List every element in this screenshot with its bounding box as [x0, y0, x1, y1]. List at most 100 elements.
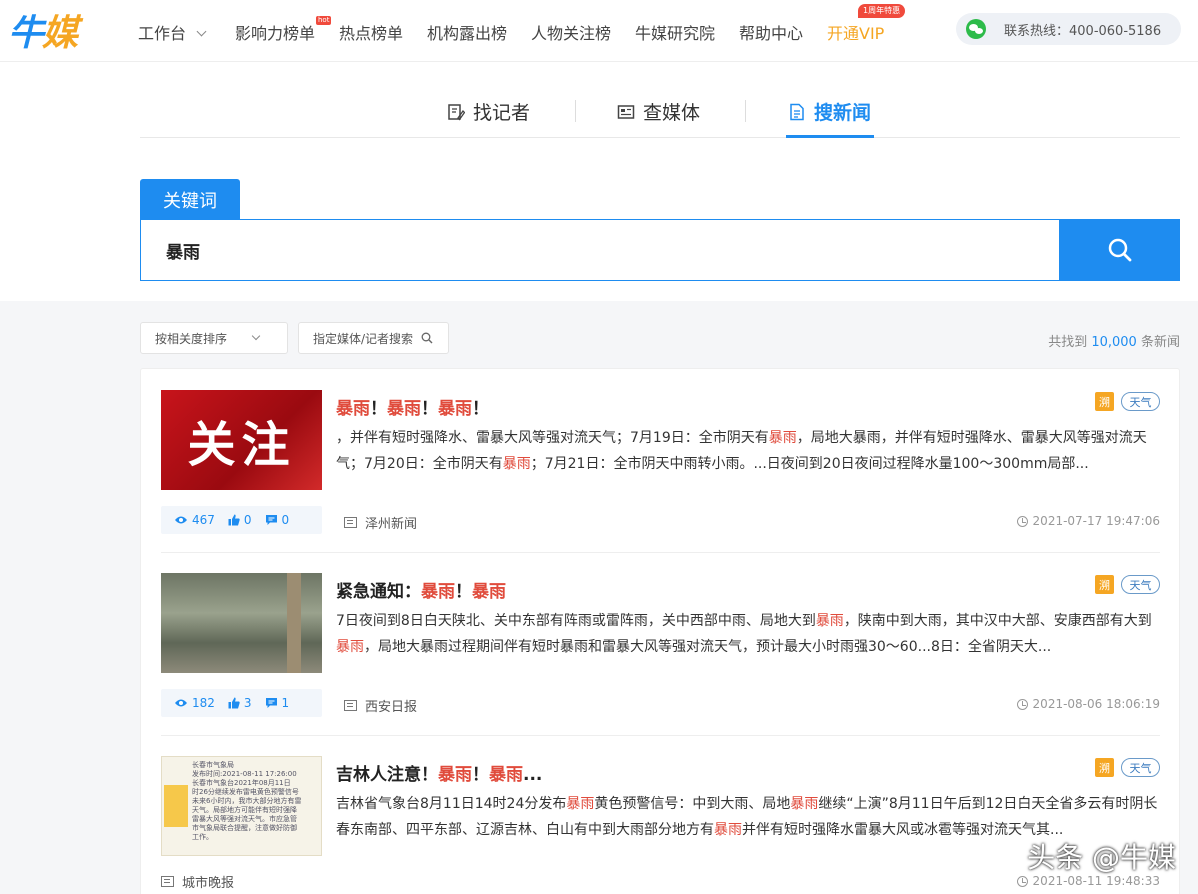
clock-icon	[1016, 515, 1028, 527]
top-navbar: 牛媒 工作台 影响力榜单 hot 热点榜单 机构露出榜 人物关注榜 牛媒研究院 …	[0, 0, 1198, 62]
category-tag[interactable]: 天气	[1121, 575, 1160, 594]
news-source[interactable]: 泽州新闻	[344, 513, 417, 532]
source-trace-badge[interactable]: 溯	[1095, 758, 1114, 777]
tab-label: 查媒体	[643, 102, 701, 124]
item-divider	[161, 735, 1160, 736]
news-snippet: 7日夜间到8日白天陕北、关中东部有阵雨或雷阵雨，关中西部中雨、局地大到暴雨，陕南…	[336, 608, 1161, 660]
search-input[interactable]	[140, 219, 1060, 281]
sort-label: 按相关度排序	[155, 331, 228, 346]
news-title[interactable]: 紧急通知：暴雨！暴雨	[336, 577, 506, 602]
clock-icon	[1016, 875, 1028, 887]
text-segment: ，局地大暴雨过程期间伴有短时暴雨和雷暴大风等强对流天气，预计最大小时雨强30～6…	[364, 639, 1052, 655]
views-count: 182	[192, 696, 215, 710]
media-search-label: 指定媒体/记者搜索	[313, 331, 414, 346]
highlighted-keyword: 暴雨	[438, 765, 472, 785]
brand-logo[interactable]: 牛媒	[8, 6, 78, 54]
highlighted-keyword: 暴雨	[387, 399, 421, 419]
keyword-mode-tab[interactable]: 关键词	[140, 179, 240, 220]
nav-item-vip[interactable]: 开通VIP	[827, 20, 884, 44]
search-button[interactable]	[1059, 219, 1180, 281]
thumbnail-text-line: 时26分继续发布雷电黄色预警信号	[192, 788, 299, 796]
count-suffix: 条新闻	[1140, 335, 1180, 350]
count-value: 10,000	[1091, 335, 1137, 350]
search-icon	[1108, 238, 1131, 262]
category-tag[interactable]: 天气	[1121, 758, 1160, 777]
media-icon	[617, 104, 635, 119]
news-title[interactable]: 暴雨！暴雨！暴雨！	[336, 394, 489, 419]
thumbnail-text-line: 发布时间:2021-08-11 17:26:00	[192, 770, 297, 778]
highlighted-keyword: 暴雨	[790, 796, 819, 812]
highlighted-keyword: 暴雨	[502, 456, 531, 472]
nav-item-research[interactable]: 牛媒研究院	[635, 20, 715, 44]
tab-separator	[575, 100, 576, 122]
comments-count: 0	[281, 513, 290, 527]
highlighted-keyword: 暴雨	[815, 613, 844, 629]
tab-find-media[interactable]: 查媒体	[617, 98, 700, 125]
thumbnail-text-lines: 长春市气象局 发布时间:2021-08-11 17:26:00 长春市气象台2021…	[192, 761, 317, 842]
hotline-pill[interactable]: 联系热线：400-060-5186	[956, 13, 1181, 45]
source-trace-badge[interactable]: 溯	[1095, 392, 1114, 411]
chevron-down-icon	[196, 26, 207, 37]
text-segment: 黄色预警信号：中到大雨、局地	[594, 796, 791, 812]
likes-count: 3	[243, 696, 252, 710]
news-item[interactable]: 关注 暴雨！暴雨！暴雨！ ，并伴有短时强降水、雷暴大风等强对流天气；7月19日：…	[161, 390, 1160, 560]
nav-item-person-rank[interactable]: 人物关注榜	[531, 20, 611, 44]
likes-count: 0	[243, 513, 252, 527]
nav-item-hot-rank[interactable]: 热点榜单	[339, 20, 403, 44]
logo-char-b: 媒	[42, 13, 78, 54]
highlighted-keyword: 暴雨	[421, 582, 455, 602]
eye-icon	[175, 699, 187, 707]
news-thumbnail[interactable]: 长春市气象局 发布时间:2021-08-11 17:26:00 长春市气象台2021…	[161, 756, 322, 856]
views-count: 467	[192, 513, 215, 527]
sort-dropdown[interactable]: 按相关度排序	[140, 322, 288, 354]
source-trace-badge[interactable]: 溯	[1095, 575, 1114, 594]
thumbnail-text: 关注	[187, 417, 296, 473]
tab-find-journalist[interactable]: 找记者	[447, 98, 530, 125]
highlighted-keyword: 暴雨	[566, 796, 595, 812]
hot-badge: hot	[316, 16, 332, 25]
comment-icon	[265, 515, 277, 525]
highlighted-keyword: 暴雨	[336, 399, 370, 419]
item-divider	[161, 552, 1160, 553]
highlighted-keyword: 暴雨	[472, 582, 506, 602]
engagement-stats: 182 3 1	[161, 689, 322, 717]
tab-search-news[interactable]: 搜新闻	[788, 98, 871, 125]
text-segment: ！	[472, 765, 489, 785]
news-title[interactable]: 吉林人注意！暴雨！暴雨...	[336, 760, 542, 785]
views-stat: 182	[174, 696, 215, 710]
highlighted-keyword: 暴雨	[768, 430, 797, 446]
news-thumbnail[interactable]	[161, 573, 322, 673]
time-text: 2021-07-17 19:47:06	[1032, 514, 1160, 528]
thumbnail-text-line: 工作。	[192, 833, 213, 841]
eye-icon	[175, 516, 187, 524]
highlighted-keyword: 暴雨	[438, 399, 472, 419]
thumbs-up-icon	[228, 514, 240, 526]
publish-time: 2021-07-17 19:47:06	[1016, 514, 1160, 528]
search-icon	[421, 332, 433, 344]
text-segment: ！	[472, 399, 489, 419]
chevron-down-icon	[251, 331, 261, 341]
text-segment: ！	[455, 582, 472, 602]
thumbnail-text-line: 雷暴大风等强对流天气。市应急管	[192, 815, 297, 823]
nav-item-help[interactable]: 帮助中心	[739, 20, 803, 44]
news-thumbnail[interactable]: 关注	[161, 390, 322, 490]
nav-item-influence-rank[interactable]: 影响力榜单	[235, 20, 315, 44]
text-segment: ，并伴有短时强降水、雷暴大风等强对流天气；7月19日：全市阴天有	[336, 430, 769, 446]
news-item[interactable]: 紧急通知：暴雨！暴雨 7日夜间到8日白天陕北、关中东部有阵雨或雷阵雨，关中西部中…	[161, 573, 1160, 743]
nav-item-org-rank[interactable]: 机构露出榜	[427, 20, 507, 44]
news-item[interactable]: 长春市气象局 发布时间:2021-08-11 17:26:00 长春市气象台2021…	[161, 756, 1160, 894]
news-source[interactable]: 城市晚报	[161, 872, 234, 891]
text-segment: 7日夜间到8日白天陕北、关中东部有阵雨或雷阵雨，关中西部中雨、局地大到	[336, 613, 816, 629]
news-source[interactable]: 西安日报	[344, 696, 417, 715]
comments-count: 1	[281, 696, 290, 710]
nav-item-workbench[interactable]: 工作台	[138, 20, 207, 44]
wechat-icon	[966, 19, 986, 39]
journalist-icon	[448, 103, 465, 121]
time-text: 2021-08-11 19:48:33	[1032, 874, 1160, 888]
results-list: 关注 暴雨！暴雨！暴雨！ ，并伴有短时强降水、雷暴大风等强对流天气；7月19日：…	[140, 368, 1180, 894]
category-tag[interactable]: 天气	[1121, 392, 1160, 411]
media-journalist-search-button[interactable]: 指定媒体/记者搜索	[298, 322, 449, 354]
source-name: 西安日报	[365, 700, 418, 715]
highlighted-keyword: 暴雨	[489, 765, 523, 785]
warning-sign-icon	[164, 785, 188, 827]
